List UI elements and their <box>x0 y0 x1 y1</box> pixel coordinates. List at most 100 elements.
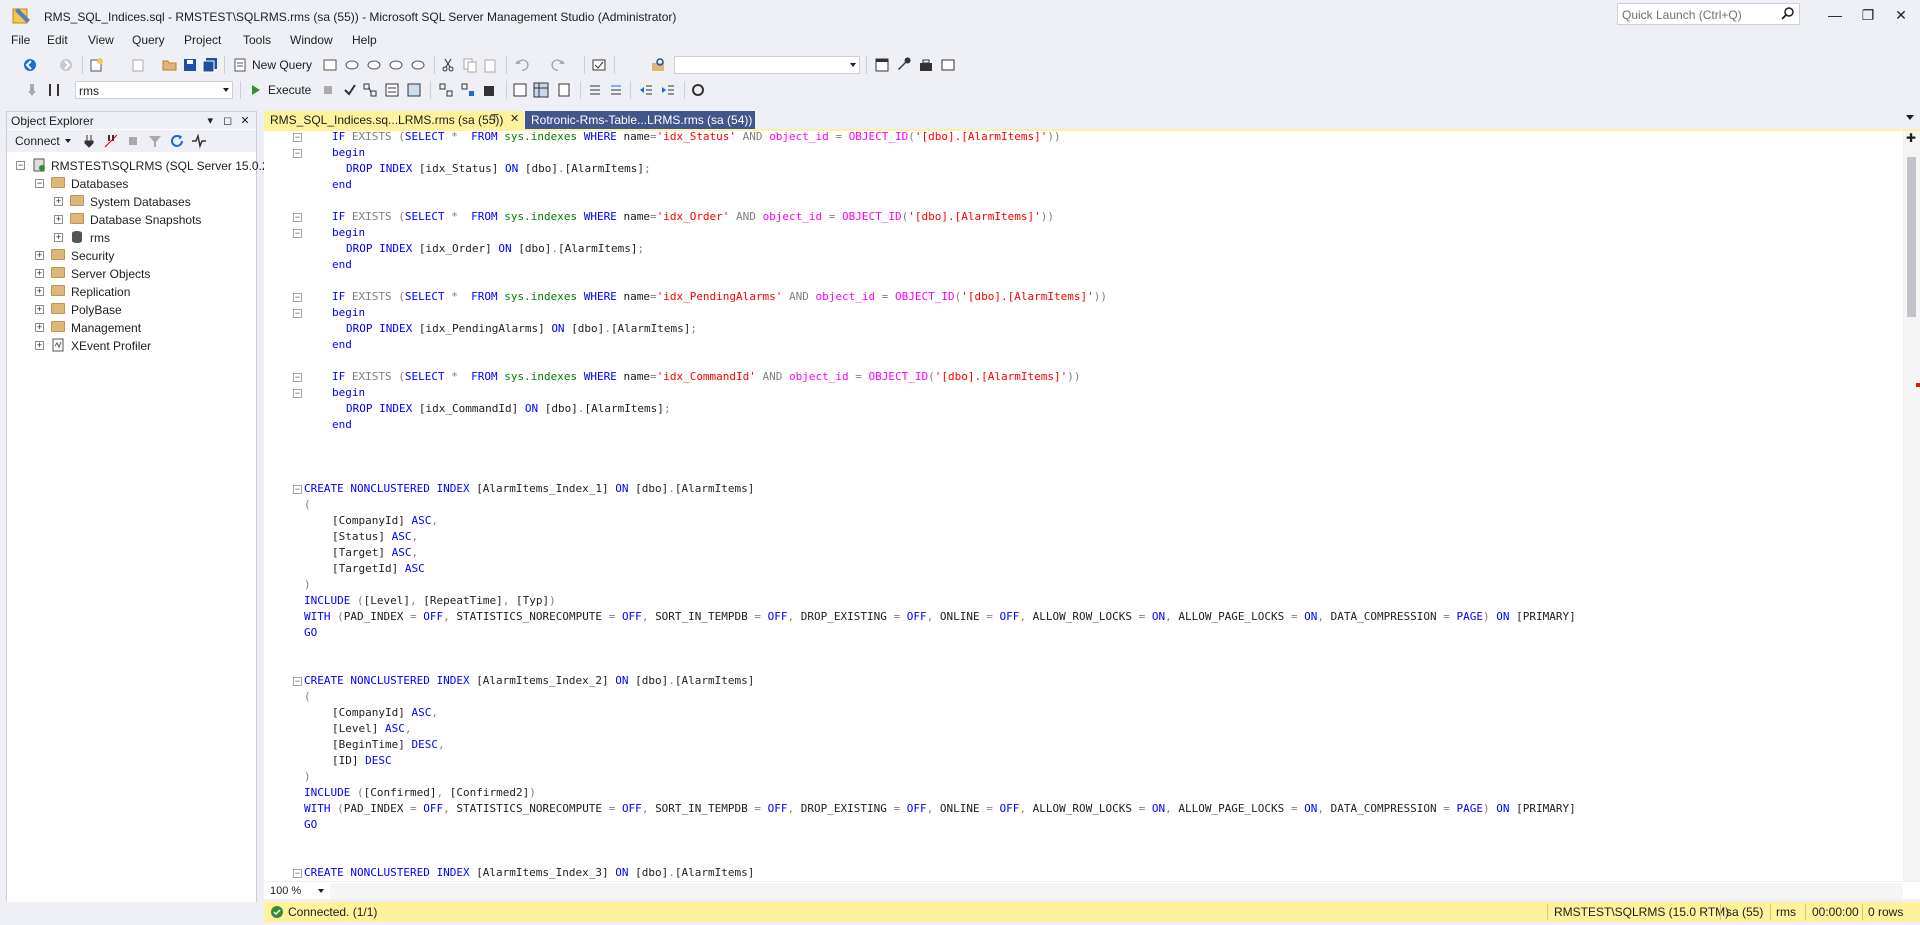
tree-node-management[interactable]: + Management <box>7 319 256 337</box>
save-all-icon[interactable] <box>202 57 218 73</box>
menu-query[interactable]: Query <box>132 33 165 47</box>
tree-node-rms[interactable]: + rms <box>7 229 256 247</box>
close-button[interactable]: ✕ <box>1886 4 1916 26</box>
fold-toggle-icon[interactable]: − <box>293 869 302 878</box>
toolbox-icon[interactable] <box>918 57 934 73</box>
tab-rotronic-rms-table[interactable]: Rotronic-Rms-Table...LRMS.rms (sa (54)) <box>525 111 755 129</box>
expand-icon[interactable]: + <box>54 197 63 206</box>
minimize-button[interactable]: — <box>1820 4 1850 26</box>
fold-toggle-icon[interactable]: − <box>293 213 302 222</box>
connect-icon[interactable] <box>26 82 42 98</box>
expand-icon[interactable]: + <box>35 305 44 314</box>
collapse-icon[interactable]: − <box>16 161 25 170</box>
analysis-mdx-icon[interactable] <box>344 57 360 73</box>
fold-toggle-icon[interactable]: − <box>293 229 302 238</box>
paste-icon[interactable] <box>482 57 498 73</box>
fold-toggle-icon[interactable]: − <box>293 309 302 318</box>
save-icon[interactable] <box>182 57 198 73</box>
tree-node-databases[interactable]: − Databases <box>7 175 256 193</box>
find-in-files-icon[interactable] <box>650 57 666 73</box>
cancel-query-icon[interactable] <box>320 82 336 98</box>
uncomment-icon[interactable] <box>608 82 624 98</box>
db-engine-query-icon[interactable] <box>322 57 338 73</box>
pin-icon[interactable]: ⊤ <box>490 112 500 125</box>
open-file-icon[interactable] <box>162 57 178 73</box>
tree-node-server[interactable]: − RMSTEST\SQLRMS (SQL Server 15.0.200 <box>7 157 282 175</box>
tab-overflow-icon[interactable] <box>1906 115 1914 120</box>
results-to-grid-icon[interactable] <box>533 82 549 98</box>
tree-node-polybase[interactable]: + PolyBase <box>7 301 256 319</box>
sql-editor[interactable]: IF EXISTS (SELECT * FROM sys.indexes WHE… <box>264 129 1920 883</box>
forward-icon[interactable] <box>58 57 74 73</box>
client-stats-icon[interactable] <box>482 82 498 98</box>
results-to-text-icon[interactable] <box>512 82 528 98</box>
execute-button[interactable]: Execute <box>268 83 311 97</box>
fold-toggle-icon[interactable]: − <box>293 677 302 686</box>
close-panel-icon[interactable]: ✕ <box>238 114 252 127</box>
connect-plug-icon[interactable] <box>81 133 97 149</box>
redo-icon[interactable] <box>550 57 566 73</box>
cut-icon[interactable] <box>440 57 456 73</box>
menu-help[interactable]: Help <box>352 33 377 47</box>
live-stats-icon[interactable] <box>460 82 476 98</box>
query-options-icon[interactable] <box>384 82 400 98</box>
menu-window[interactable]: Window <box>290 33 333 47</box>
expand-icon[interactable]: + <box>35 341 44 350</box>
collapse-icon[interactable]: − <box>35 179 44 188</box>
copy-icon[interactable] <box>462 57 478 73</box>
connect-dropdown[interactable]: Connect <box>15 134 60 148</box>
results-to-file-icon[interactable] <box>556 82 572 98</box>
menu-view[interactable]: View <box>88 33 114 47</box>
fold-toggle-icon[interactable]: − <box>293 149 302 158</box>
tree-node-database-snapshots[interactable]: + Database Snapshots <box>7 211 256 229</box>
window-layout-icon[interactable] <box>940 57 956 73</box>
tree-node-system-databases[interactable]: + System Databases <box>7 193 256 211</box>
editor-vscrollbar[interactable]: ✚ <box>1903 131 1920 883</box>
menu-edit[interactable]: Edit <box>47 33 68 47</box>
tree-node-security[interactable]: + Security <box>7 247 256 265</box>
pin-icon[interactable]: ◻ <box>221 114 235 127</box>
fold-toggle-icon[interactable]: − <box>293 133 302 142</box>
disconnect-icon[interactable] <box>103 133 119 149</box>
expand-icon[interactable]: + <box>35 251 44 260</box>
close-tab-icon[interactable]: ✕ <box>510 112 519 125</box>
tree-node-server-objects[interactable]: + Server Objects <box>7 265 256 283</box>
menu-project[interactable]: Project <box>184 33 221 47</box>
menu-tools[interactable]: Tools <box>243 33 271 47</box>
increase-indent-icon[interactable] <box>660 82 676 98</box>
specify-template-values-icon[interactable] <box>690 82 706 98</box>
tree-node-xevent-profiler[interactable]: + XEvent Profiler <box>7 337 256 355</box>
expand-icon[interactable]: + <box>35 323 44 332</box>
analysis-dax-icon[interactable] <box>410 57 426 73</box>
wrench-icon[interactable] <box>896 57 912 73</box>
expand-icon[interactable]: + <box>54 215 63 224</box>
window-position-icon[interactable]: ▾ <box>203 114 217 127</box>
split-icon[interactable]: ✚ <box>1906 131 1916 145</box>
parse-check-icon[interactable] <box>342 82 358 98</box>
execute-play-icon[interactable] <box>248 82 264 98</box>
back-icon[interactable] <box>22 57 38 73</box>
tab-rms-sql-indices[interactable]: RMS_SQL_Indices.sq...LRMS.rms (sa (55)) … <box>264 111 524 129</box>
scroll-thumb[interactable] <box>1907 157 1916 317</box>
find-combo[interactable] <box>674 56 860 74</box>
properties-window-icon[interactable] <box>874 57 890 73</box>
new-project-icon[interactable] <box>88 57 104 73</box>
fold-toggle-icon[interactable]: − <box>293 389 302 398</box>
fold-toggle-icon[interactable]: − <box>293 485 302 494</box>
fold-toggle-icon[interactable]: − <box>293 293 302 302</box>
maximize-button[interactable]: ❐ <box>1853 4 1883 26</box>
stop-icon[interactable] <box>125 133 141 149</box>
menu-file[interactable]: File <box>11 33 30 47</box>
expand-icon[interactable]: + <box>35 287 44 296</box>
quick-launch-input[interactable]: Quick Launch (Ctrl+Q) <box>1617 3 1800 25</box>
decrease-indent-icon[interactable] <box>638 82 654 98</box>
available-databases-combo[interactable]: rms <box>75 81 233 99</box>
expand-icon[interactable]: + <box>54 233 63 242</box>
change-connection-icon[interactable] <box>46 82 62 98</box>
fold-toggle-icon[interactable]: − <box>293 373 302 382</box>
analysis-dmx-icon[interactable] <box>366 57 382 73</box>
solution-config-icon[interactable] <box>591 57 607 73</box>
editor-hscrollbar[interactable] <box>330 883 1903 899</box>
add-item-icon[interactable] <box>130 57 146 73</box>
refresh-icon[interactable] <box>169 133 185 149</box>
